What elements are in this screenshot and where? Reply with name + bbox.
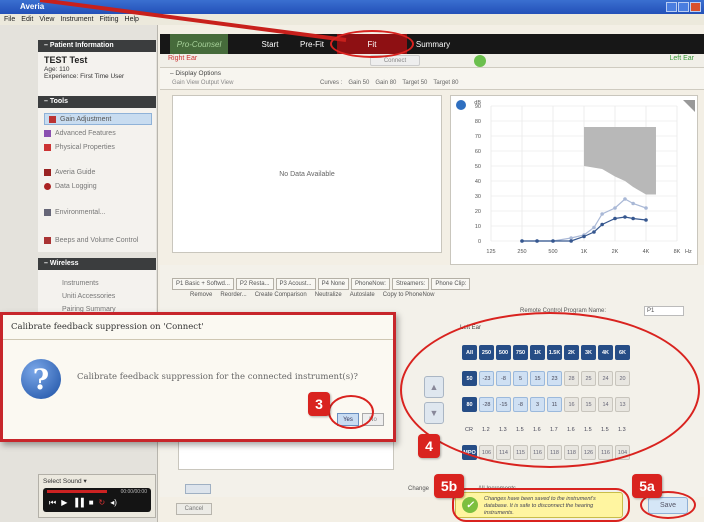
- step-3-badge: 3: [308, 392, 330, 416]
- fit-tab-highlight-ring: [330, 30, 414, 58]
- pointer-arrow-line: [39, 0, 347, 42]
- yes-button-highlight-ring: [328, 395, 374, 429]
- step-5b-badge: 5b: [434, 474, 464, 498]
- step-4-badge: 4: [418, 434, 440, 458]
- matrix-highlight-ring: [400, 312, 700, 468]
- step-5a-badge: 5a: [632, 474, 662, 498]
- status-highlight-ring: [452, 488, 630, 522]
